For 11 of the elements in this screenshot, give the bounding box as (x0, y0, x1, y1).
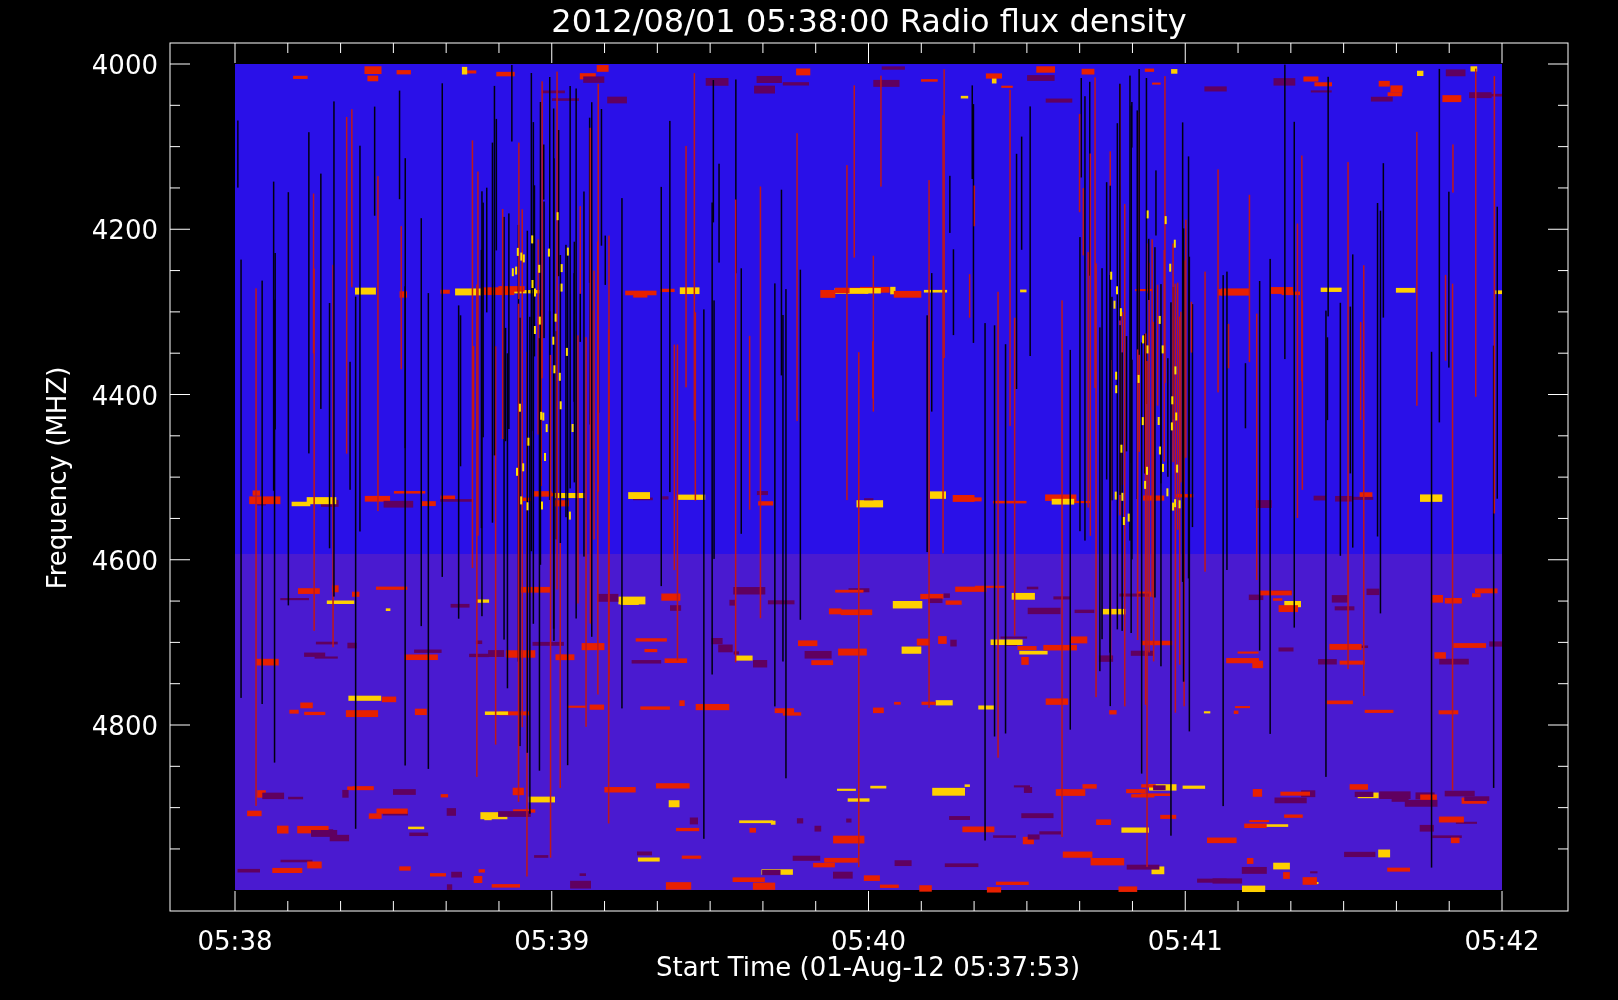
y-axis-label: Frequency (MHZ) (42, 366, 72, 590)
y-tick-label: 4200 (91, 215, 158, 246)
y-tick-label: 4800 (91, 711, 158, 741)
y-tick-label: 4400 (91, 380, 158, 411)
y-tick-label: 4000 (91, 50, 158, 80)
chart-title: 2012/08/01 05:38:00 Radio flux density (551, 2, 1187, 40)
x-tick-label: 05:41 (1147, 926, 1223, 956)
x-tick-label: 05:39 (514, 926, 590, 956)
x-tick-label: 05:42 (1464, 926, 1540, 956)
y-tick-label: 4600 (91, 545, 158, 576)
x-tick-label: 05:38 (197, 926, 273, 956)
